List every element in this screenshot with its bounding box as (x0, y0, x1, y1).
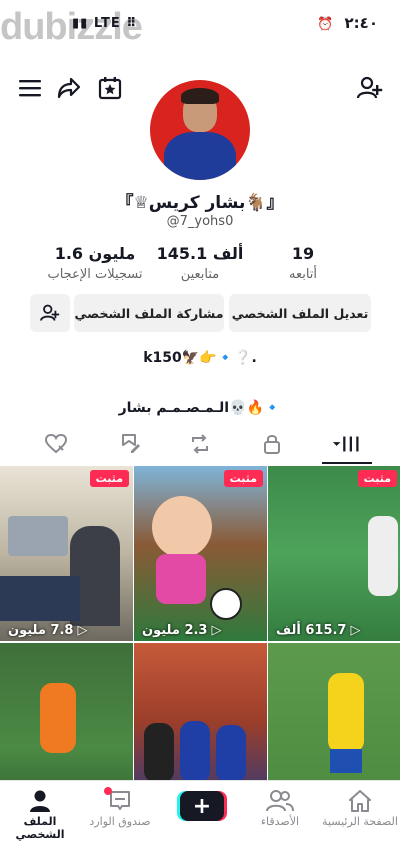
tab-reposts[interactable] (186, 432, 214, 456)
share-profile-button[interactable]: مشاركة الملف الشخصي (74, 294, 224, 332)
tab-videos[interactable] (332, 432, 360, 456)
add-friend-icon[interactable] (356, 74, 384, 102)
pinned-badge: مثبت (89, 470, 129, 487)
view-count: ▷ 7.8 مليون (0, 623, 133, 638)
thumb-shape (328, 673, 364, 753)
nav-home[interactable]: الصفحة الرئيسية (320, 789, 400, 828)
friends-icon (240, 789, 320, 815)
pinned-badge: مثبت (357, 470, 397, 487)
signal-icon: ▮▮ (72, 16, 89, 31)
video-thumbnail[interactable]: مثبت ▷ 615.7 ألف (268, 466, 400, 641)
thumb-shape (180, 721, 210, 783)
plus-icon: + (192, 793, 212, 819)
thumb-shape (152, 496, 212, 558)
active-tab-indicator (322, 462, 372, 464)
home-icon (320, 789, 400, 815)
lock-icon (264, 435, 280, 454)
wifi-icon: ⠿ (126, 16, 138, 31)
create-button[interactable]: + (180, 791, 224, 821)
profile-handle: @7_yohs0 (166, 214, 234, 229)
thumb-shape (0, 576, 80, 621)
stat-following[interactable]: 19 أتابعه (248, 244, 358, 282)
thumb-shape (216, 725, 246, 783)
nav-label: الملف الشخصي (15, 815, 65, 841)
bottom-navigation: الملف الشخصي صندوق الوارد + الأصدقاء الص… (0, 780, 400, 867)
stat-likes[interactable]: 1.6 مليون تسجيلات الإعجاب (40, 244, 150, 282)
view-count-label: 615.7 ألف (276, 623, 347, 638)
play-icon: ▷ (211, 623, 222, 638)
calendar-star-icon[interactable] (96, 74, 124, 102)
thumb-shape (144, 723, 174, 783)
heart-hidden-icon (45, 434, 67, 454)
grid-icon (332, 436, 359, 452)
status-time: ⏰ ٢:٤٠ (317, 14, 378, 32)
play-icon: ▷ (350, 623, 361, 638)
notification-dot (104, 787, 112, 795)
nav-friends[interactable]: الأصدقاء (240, 789, 320, 828)
nav-label: صندوق الوارد (89, 815, 151, 828)
share-icon[interactable] (55, 74, 83, 102)
stat-value: 145.1 ألف (156, 244, 244, 263)
view-count: ▷ 2.3 مليون (134, 623, 267, 638)
pinned-badge: مثبت (223, 470, 263, 487)
view-count-label: 2.3 مليون (142, 623, 208, 638)
stat-value: 19 (291, 244, 315, 263)
nav-label: الصفحة الرئيسية (322, 815, 398, 828)
bio-line-1: k150🦅👉🔹❔. (143, 350, 257, 366)
inbox-icon (80, 787, 160, 815)
avatar-hair (181, 88, 219, 104)
edit-profile-button[interactable]: تعديل الملف الشخصي (229, 294, 371, 332)
stat-label: أتابعه (288, 267, 318, 282)
nav-inbox[interactable]: صندوق الوارد (80, 787, 160, 828)
time-label: ٢:٤٠ (344, 14, 378, 32)
bookmark-edit-icon (122, 434, 140, 453)
tab-private[interactable] (258, 432, 286, 456)
thumb-shape (40, 683, 76, 753)
thumb-shape (156, 554, 206, 604)
menu-icon[interactable] (16, 74, 44, 102)
profile-name: 『♕بشار كريس🐐』 (116, 193, 284, 213)
tab-favorites[interactable] (116, 432, 144, 456)
person-icon (0, 789, 80, 815)
network-label: LTE (93, 16, 121, 31)
video-thumbnail[interactable]: مثبت ▷ 2.3 مليون (134, 466, 267, 641)
stat-value: 1.6 مليون (54, 244, 136, 263)
network-indicator: ▮▮ LTE ⠿ (14, 16, 137, 31)
stat-followers[interactable]: 145.1 ألف متابعين (145, 244, 255, 282)
repost-icon (192, 434, 208, 454)
play-icon: ▷ (77, 623, 88, 638)
nav-profile[interactable]: الملف الشخصي (0, 789, 80, 841)
video-thumbnail[interactable]: مثبت ▷ 7.8 مليون (0, 466, 133, 641)
status-bar: dubizzle ▮▮ LTE ⠿ ⏰ ٢:٤٠ (0, 0, 400, 62)
thumb-shape (330, 749, 362, 773)
thumb-shape (8, 516, 68, 556)
add-friend-button[interactable] (30, 294, 70, 332)
stat-label: متابعين (180, 267, 220, 282)
view-count: ▷ 615.7 ألف (268, 623, 400, 638)
alarm-icon: ⏰ (317, 17, 334, 32)
content-tabs (0, 424, 400, 464)
avatar-shirt (164, 132, 236, 180)
stat-label: تسجيلات الإعجاب (47, 267, 143, 282)
bio-line-2: الـمـصـمـم بشار💀🔥🔹 (118, 400, 282, 416)
thumb-shape (368, 516, 398, 596)
thumb-shape (210, 588, 242, 620)
avatar[interactable] (150, 80, 250, 180)
view-count-label: 7.8 مليون (8, 623, 74, 638)
tab-liked[interactable] (42, 432, 70, 456)
add-friend-icon (40, 304, 60, 321)
nav-label: الأصدقاء (260, 815, 300, 828)
